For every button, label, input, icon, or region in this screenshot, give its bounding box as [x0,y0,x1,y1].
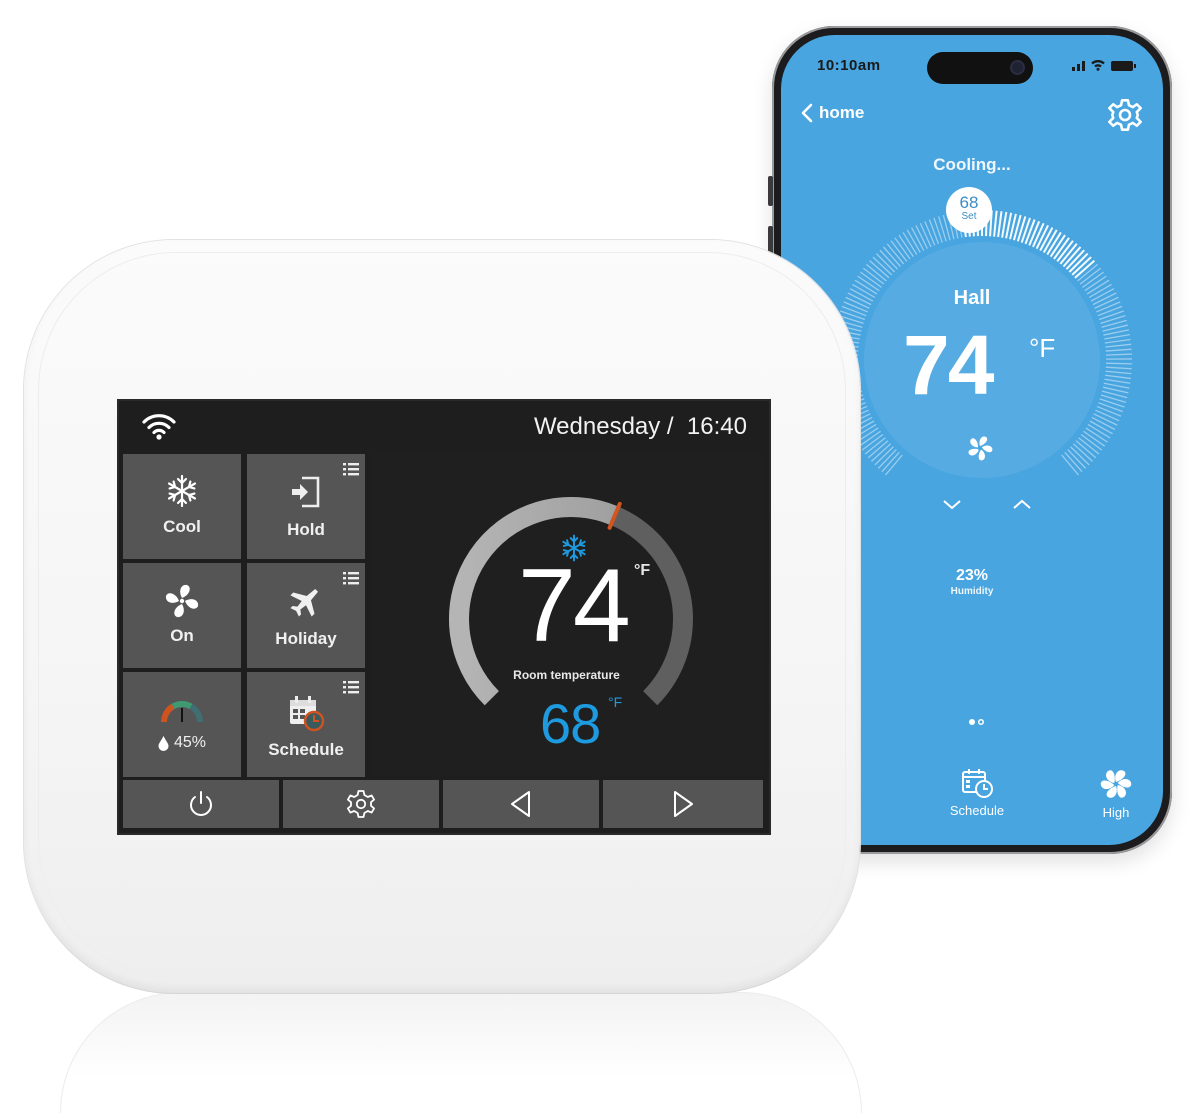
dial-tick [1104,335,1130,339]
dial-tick [1104,379,1130,383]
phone-tab-schedule[interactable]: Schedule [927,767,1027,818]
phone-status-time: 10:10am [817,57,881,74]
tile-humidity[interactable]: 45% [123,672,241,777]
decrease-temp-chevron-down-icon[interactable] [941,497,963,511]
dial-tick [1106,367,1132,369]
dial-tick [920,223,931,247]
enter-door-icon [289,474,323,510]
dial-tick [1029,221,1039,245]
dial-tick [934,218,942,243]
phone-temperature-unit: °F [1029,333,1055,364]
room-temperature-value: 74 [518,554,628,658]
humidity-value: 45% [174,734,206,752]
dial-tick [1099,311,1124,319]
phone-settings-gear-icon[interactable] [1107,97,1143,133]
gear-icon [346,789,376,819]
dial-tick [1105,339,1131,343]
power-button[interactable] [123,780,279,828]
humidity-gauge-icon [159,698,205,726]
phone-setpoint-bubble[interactable]: 68 Set [946,187,992,233]
temperature-display-panel: 74 °F Room temperature 68 °F [370,454,763,777]
fan-icon [164,583,200,619]
triangle-right-icon [669,789,697,819]
room-temperature-unit: °F [634,562,650,580]
date-time-display: Wednesday / 16:40 [534,413,747,441]
phone-tab-label: High [1103,805,1130,820]
fan-icon [1099,767,1133,801]
phone-status-text: Cooling... [781,155,1163,175]
dial-tick [1097,406,1121,416]
tile-label: Hold [247,520,365,540]
tile-cool-mode[interactable]: Cool [123,454,241,559]
dial-tick [925,221,935,245]
settings-button[interactable] [283,780,439,828]
tile-holiday[interactable]: Holiday [247,563,365,668]
dial-tick [1095,410,1119,421]
phone-tab-fan-high[interactable]: High [1071,767,1161,820]
dial-tick [1106,354,1132,355]
airplane-icon [288,583,324,619]
phone-fan-icon[interactable] [965,433,995,463]
dial-tick [1105,344,1131,347]
power-icon [187,789,215,819]
water-drop-icon [158,736,169,751]
dynamic-island [927,52,1033,84]
phone-setpoint-label: Set [946,212,992,222]
dial-tick [998,211,1001,237]
page-dot[interactable] [978,719,984,725]
dial-tick [1100,399,1125,407]
cellular-signal-icon [1072,61,1085,71]
screen-top-bar: Wednesday / 16:40 [119,401,769,451]
phone-tab-label: Schedule [950,803,1004,818]
battery-icon [1111,61,1133,71]
back-label: home [819,103,864,123]
phone-current-temperature: 74 [903,317,992,414]
tile-fan-mode[interactable]: On [123,563,241,668]
snowflake-icon [165,474,199,508]
dial-tick [1025,220,1034,244]
thermostat-screen: Wednesday / 16:40 Cool [117,399,771,835]
calendar-clock-icon [960,767,994,799]
page-indicator [969,719,984,725]
dial-tick [994,211,997,237]
previous-button[interactable] [443,780,599,828]
dial-tick [840,311,865,319]
triangle-left-icon [507,789,535,819]
back-home-button[interactable]: home [801,103,864,123]
tile-label: Holiday [247,629,365,649]
chevron-left-icon [801,103,813,123]
room-temperature-label: Room temperature [370,668,763,682]
dial-tick [929,220,938,244]
setpoint-temperature-unit: °F [608,694,622,710]
dial-tick [1105,375,1131,378]
dial-tick [1002,212,1006,238]
page-dot-active[interactable] [969,719,975,725]
tile-hold[interactable]: Hold [247,454,365,559]
setpoint-temperature-value[interactable]: 68 [540,696,600,752]
wifi-icon [141,411,177,441]
phone-status-icons [1072,59,1133,71]
phone-mute-switch [768,176,773,206]
dial-tick [1098,403,1122,412]
wifi-status-icon [1091,59,1105,71]
dial-tick [1094,414,1117,425]
dial-tick [1106,349,1132,351]
camera-icon [1012,62,1023,73]
phone-setpoint-value: 68 [946,194,992,211]
list-menu-icon[interactable] [343,680,359,694]
tile-schedule[interactable]: Schedule [247,672,365,777]
phone-zone-name: Hall [781,287,1163,310]
device-reflection [60,992,862,1113]
next-button[interactable] [603,780,763,828]
dial-tick [1105,371,1131,373]
bottom-button-bar [123,780,763,828]
increase-temp-chevron-up-icon[interactable] [1011,497,1033,511]
dial-tick [1104,383,1130,388]
dial-tick [1106,363,1132,364]
tile-label: On [123,626,241,646]
tile-label: Cool [123,517,241,537]
tile-label: Schedule [247,740,365,760]
calendar-clock-icon [286,694,326,734]
